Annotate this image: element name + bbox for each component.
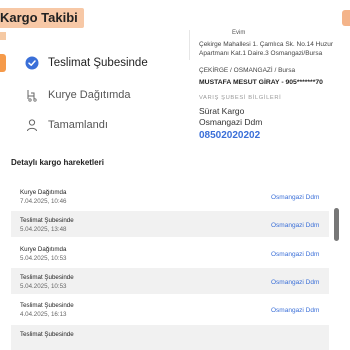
step-label: Tamamlandı [48, 119, 108, 131]
row-date: 4.04.2025, 16:13 [20, 311, 67, 318]
row-date: 5.04.2025, 10:53 [20, 283, 67, 290]
step-label: Teslimat Şubesinde [48, 57, 148, 69]
close-tab-accent[interactable] [342, 10, 350, 26]
recipient-name-phone: MUSTAFA MESUT GİRAY - 905*******70 [199, 79, 323, 86]
row-date: 7.04.2025, 10:46 [20, 198, 67, 205]
row-branch-link[interactable]: Osmangazi Ddm [271, 307, 319, 314]
table-row: Teslimat Şubesinde 5.04.2025, 10:53 Osma… [11, 268, 329, 294]
courier-icon [23, 86, 41, 104]
branch-section-title: VARIŞ ŞUBESİ BİLGİLERİ [199, 95, 282, 101]
branch-company: Sürat Kargo [199, 106, 245, 116]
address-label: Evim [232, 30, 246, 36]
row-branch-link[interactable]: Osmangazi Ddm [271, 194, 319, 201]
recipient-city: ÇEKİRGE / OSMANGAZİ / Bursa [199, 67, 296, 74]
step-rail-top [0, 32, 6, 40]
branch-phone-link[interactable]: 08502020202 [199, 130, 260, 141]
step-active-indicator [0, 54, 6, 72]
row-status: Kurye Dağıtımda [20, 246, 67, 253]
table-row: Teslimat Şubesinde 5.04.2025, 13:48 Osma… [11, 211, 329, 237]
check-circle-icon [23, 54, 41, 72]
row-branch-link[interactable]: Osmangazi Ddm [271, 279, 319, 286]
step-kurye-dagitimda: Kurye Dağıtımda [0, 80, 180, 110]
row-branch-link[interactable]: Osmangazi Ddm [271, 222, 319, 229]
row-status: Teslimat Şubesinde [20, 302, 74, 309]
row-date: 5.04.2025, 10:53 [20, 255, 67, 262]
step-teslimat-subesinde: Teslimat Şubesinde [0, 48, 180, 78]
row-status: Teslimat Şubesinde [20, 331, 74, 338]
table-row: Teslimat Şubesinde [11, 325, 329, 350]
table-row: Kurye Dağıtımda 7.04.2025, 10:46 Osmanga… [11, 183, 329, 209]
title-bar: Kargo Takibi [0, 0, 350, 34]
branch-name: Osmangazi Ddm [199, 117, 263, 127]
divider [189, 30, 190, 60]
movements-list[interactable]: Kurye Dağıtımda 7.04.2025, 10:46 Osmanga… [11, 183, 329, 350]
tracking-steps: Teslimat Şubesinde Kurye Dağıtımda Tamam… [0, 32, 180, 140]
step-tamamlandi: Tamamlandı [0, 110, 180, 140]
row-status: Teslimat Şubesinde [20, 274, 74, 281]
step-label: Kurye Dağıtımda [48, 89, 131, 101]
page-title: Kargo Takibi [0, 8, 84, 28]
table-row: Kurye Dağıtımda 5.04.2025, 10:53 Osmanga… [11, 240, 329, 266]
movements-title: Detaylı kargo hareketleri [11, 158, 104, 167]
table-row: Teslimat Şubesinde 4.04.2025, 16:13 Osma… [11, 296, 329, 322]
row-date: 5.04.2025, 13:48 [20, 226, 67, 233]
person-icon [23, 116, 41, 134]
recipient-address: Çekirge Mahallesi 1. Çamlıca Sk. No.14 H… [199, 41, 334, 57]
scrollbar-thumb[interactable] [334, 208, 339, 241]
row-status: Teslimat Şubesinde [20, 217, 74, 224]
row-status: Kurye Dağıtımda [20, 189, 67, 196]
row-branch-link[interactable]: Osmangazi Ddm [271, 251, 319, 258]
